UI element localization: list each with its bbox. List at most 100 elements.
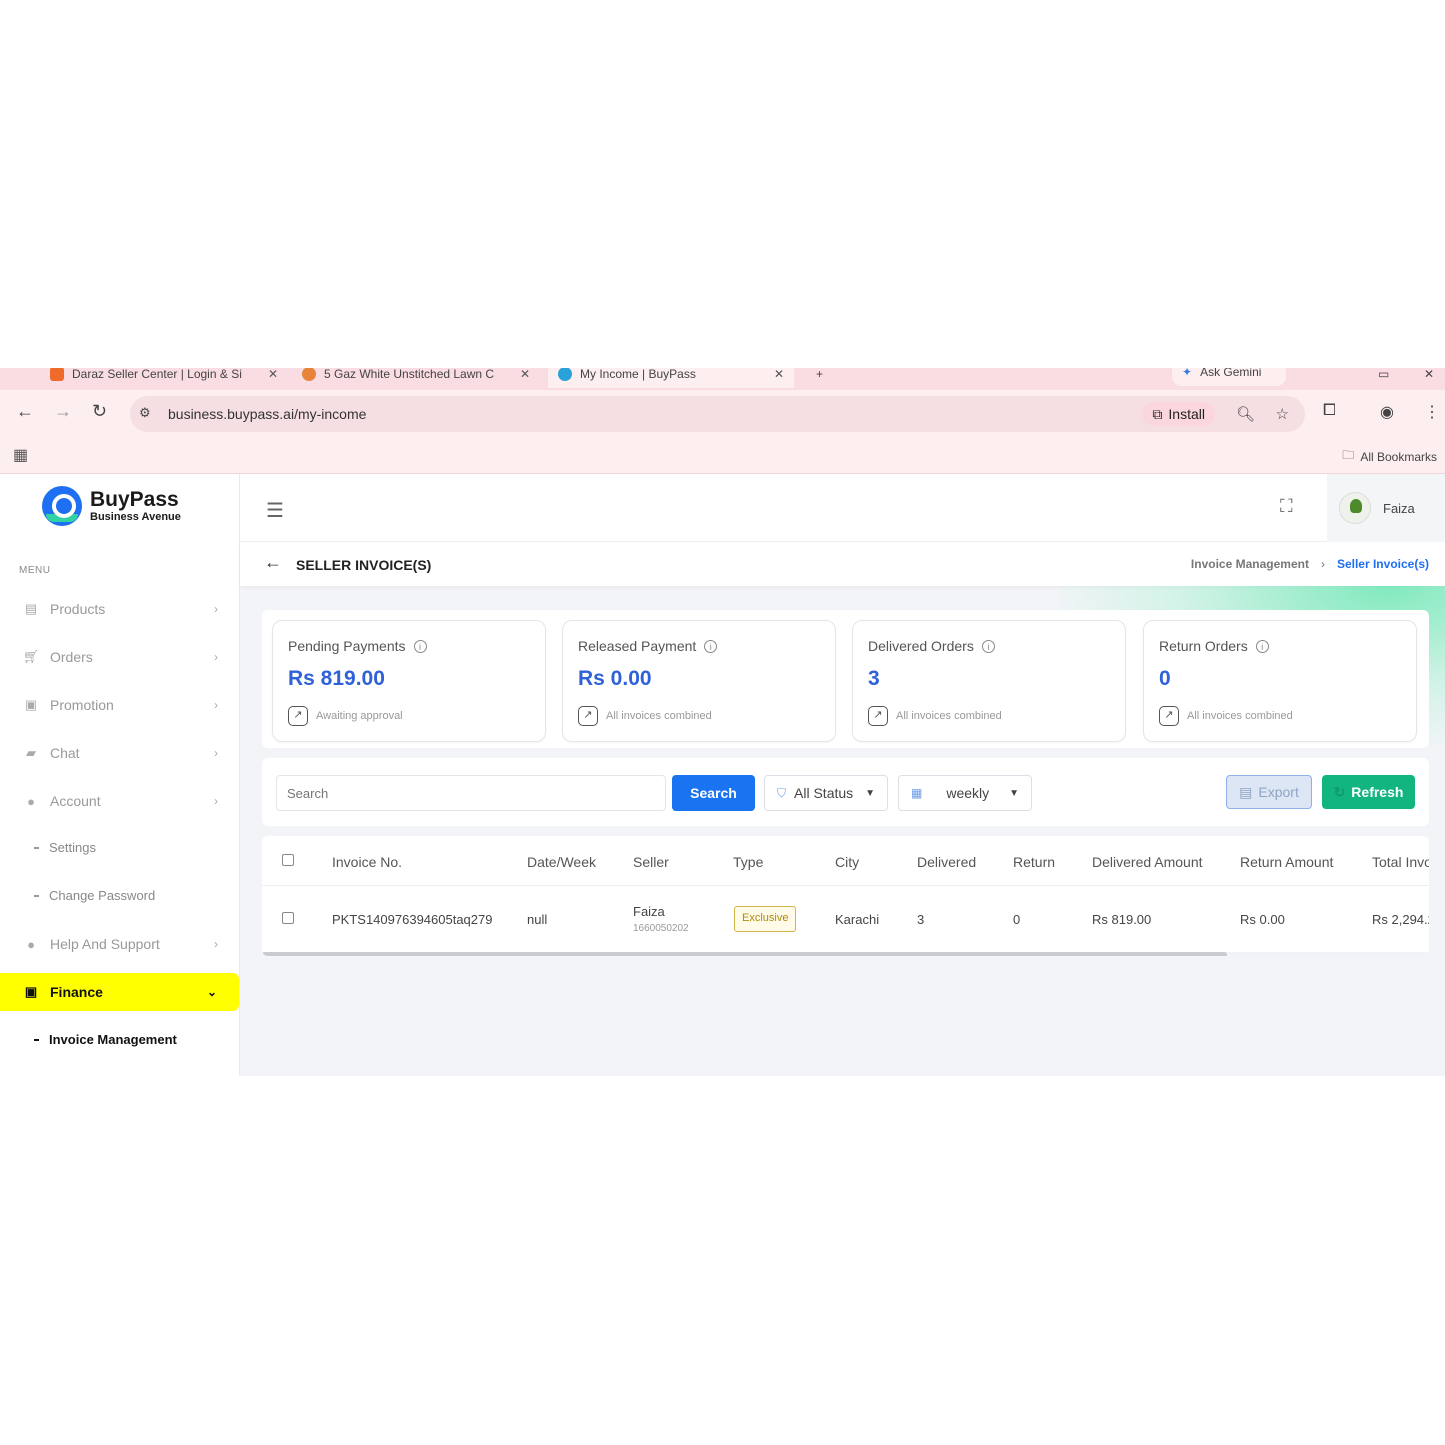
chevron-down-icon: ⌄ — [206, 985, 217, 999]
browser-tab-lawn[interactable]: 5 Gaz White Unstitched Lawn C ✕ — [292, 368, 540, 388]
select-all-checkbox[interactable] — [282, 854, 294, 866]
app-topbar: ☰ ⛶ Faiza — [240, 474, 1445, 542]
column-header[interactable]: Date/Week — [527, 854, 596, 870]
user-menu[interactable]: Faiza — [1327, 474, 1445, 542]
user-icon: ● — [27, 793, 35, 809]
period-select[interactable]: ▦ weekly ▼ — [898, 775, 1032, 811]
status-select-value: All Status — [794, 785, 854, 801]
period-select-value: weekly — [946, 785, 990, 801]
sidebar-subitem-label: Change Password — [49, 888, 156, 903]
card-label: Pending Payments — [288, 638, 406, 654]
card-sub: All invoices combined — [606, 710, 712, 722]
sidebar-item-label: Chat — [50, 745, 80, 761]
close-tab-icon[interactable]: ✕ — [520, 368, 530, 381]
column-header[interactable]: Seller — [633, 854, 669, 870]
finance-icon: ▣ — [24, 984, 38, 999]
forward-arrow-icon[interactable]: → — [54, 401, 72, 422]
horizontal-scrollbar[interactable] — [262, 952, 1429, 956]
brand-logo[interactable]: BuyPass Business Avenue — [42, 486, 181, 526]
column-header[interactable]: Return Amount — [1240, 854, 1333, 870]
sidebar-item-chat[interactable]: ▰ Chat › — [0, 734, 240, 772]
sidebar-item-products[interactable]: ▤ Products › — [0, 590, 240, 628]
export-button[interactable]: ▤ Export — [1226, 775, 1312, 809]
sidebar-item-finance[interactable]: ▣ Finance ⌄ — [0, 973, 239, 1011]
column-header[interactable]: Type — [733, 854, 763, 870]
calendar-icon: ▦ — [911, 786, 923, 800]
reload-icon[interactable]: ↻ — [92, 401, 107, 422]
card-sub: All invoices combined — [1187, 710, 1293, 722]
daraz-favicon-icon — [50, 368, 64, 381]
sidebar-subitem-settings[interactable]: Settings — [34, 840, 96, 855]
gemini-label: Ask Gemini — [1200, 368, 1262, 379]
close-tab-icon[interactable]: ✕ — [774, 368, 784, 381]
site-settings-icon[interactable]: ⚙ — [139, 405, 155, 421]
sidebar-item-label: Products — [50, 601, 106, 617]
column-header[interactable]: Delivered Amount — [1092, 854, 1203, 870]
sidebar-subitem-change-password[interactable]: Change Password — [34, 888, 155, 903]
browser-tab-buypass[interactable]: My Income | BuyPass ✕ — [548, 368, 794, 388]
window-close-icon[interactable]: ✕ — [1414, 368, 1440, 388]
back-arrow-icon[interactable]: ← — [16, 401, 34, 422]
info-icon[interactable]: i — [704, 639, 718, 653]
column-header[interactable]: Return — [1013, 854, 1055, 870]
install-label: Install — [1168, 406, 1205, 422]
info-icon[interactable]: i — [413, 639, 427, 653]
column-header[interactable]: City — [835, 854, 859, 870]
sidebar-item-account[interactable]: ● Account › — [0, 782, 240, 820]
star-bookmark-icon[interactable]: ☆ — [1276, 405, 1289, 423]
zoom-icon[interactable]: 🔍︎ — [1236, 405, 1255, 423]
extensions-icon[interactable]: ⧠ — [1323, 402, 1336, 420]
column-header[interactable]: Invoice No. — [332, 854, 402, 870]
scrollbar-thumb[interactable] — [262, 952, 1227, 956]
card-label-row: Delivered Orders i — [868, 638, 995, 654]
ask-gemini-button[interactable]: ✦ Ask Gemini — [1172, 368, 1286, 386]
cell-delivered: 3 — [917, 912, 925, 927]
bookmarks-bar: ▦ 🗀 All Bookmarks — [0, 434, 1445, 474]
close-tab-icon[interactable]: ✕ — [268, 368, 278, 381]
buypass-favicon-icon — [558, 368, 572, 381]
profile-icon[interactable]: ◉ — [1380, 402, 1394, 422]
menu-label: MENU — [19, 565, 51, 576]
column-header[interactable]: Delivered — [917, 854, 976, 870]
cell-return: 0 — [1013, 912, 1021, 927]
sidebar-item-help[interactable]: ● Help And Support › — [0, 925, 240, 963]
browser-tab-daraz[interactable]: Daraz Seller Center | Login & Si ✕ — [40, 368, 288, 388]
table-header: Invoice No. Date/Week Seller Type City D… — [262, 836, 1429, 886]
sidebar-subitem-invoice-management[interactable]: Invoice Management — [34, 1032, 177, 1047]
new-tab-button[interactable]: + — [806, 368, 836, 388]
address-bar[interactable]: ⚙ business.buypass.ai/my-income ⧉ Instal… — [130, 396, 1305, 432]
bullet-dash — [34, 1038, 39, 1041]
sidebar-item-orders[interactable]: 🛒︎ Orders › — [0, 638, 240, 676]
export-label: Export — [1258, 784, 1299, 800]
card-sub-row: ↗ All invoices combined — [1159, 706, 1293, 726]
card-label-row: Released Payment i — [578, 638, 718, 654]
search-input[interactable] — [276, 775, 666, 811]
info-icon[interactable]: i — [1255, 639, 1269, 653]
chat-icon: ▰ — [26, 745, 36, 760]
card-value: Rs 819.00 — [288, 667, 385, 690]
column-header[interactable]: Total Invo — [1372, 854, 1429, 870]
back-arrow-icon[interactable]: ← — [264, 552, 282, 573]
all-bookmarks-button[interactable]: 🗀 All Bookmarks — [1342, 446, 1437, 467]
caret-down-icon: ▼ — [865, 787, 875, 799]
refresh-button[interactable]: ↻ Refresh — [1322, 775, 1415, 809]
status-select[interactable]: ⛉ All Status ▼ — [764, 775, 888, 811]
row-checkbox[interactable] — [282, 912, 294, 924]
search-button[interactable]: Search — [672, 775, 755, 811]
more-menu-icon[interactable]: ⋮ — [1424, 402, 1440, 422]
card-label-row: Pending Payments i — [288, 638, 427, 654]
chevron-right-icon: › — [214, 794, 218, 808]
url-text[interactable]: business.buypass.ai/my-income — [168, 406, 366, 422]
breadcrumb-parent[interactable]: Invoice Management — [1191, 557, 1309, 571]
install-app-button[interactable]: ⧉ Install — [1142, 402, 1215, 426]
cell-invoice-no: PKTS140976394605taq279 — [332, 912, 493, 927]
refresh-icon: ↻ — [1333, 783, 1346, 800]
info-icon[interactable]: i — [981, 639, 995, 653]
fullscreen-icon[interactable]: ⛶ — [1280, 496, 1293, 517]
sidebar-item-promotion[interactable]: ▣ Promotion › — [0, 686, 240, 724]
summary-cards: Pending Payments i Rs 819.00 ↗ Awaiting … — [262, 610, 1429, 748]
menu-toggle-icon[interactable]: ☰ — [266, 498, 284, 523]
minimize-icon[interactable]: ▭ — [1368, 368, 1392, 388]
apps-grid-icon[interactable]: ▦ — [13, 445, 28, 465]
card-value: Rs 0.00 — [578, 667, 652, 690]
